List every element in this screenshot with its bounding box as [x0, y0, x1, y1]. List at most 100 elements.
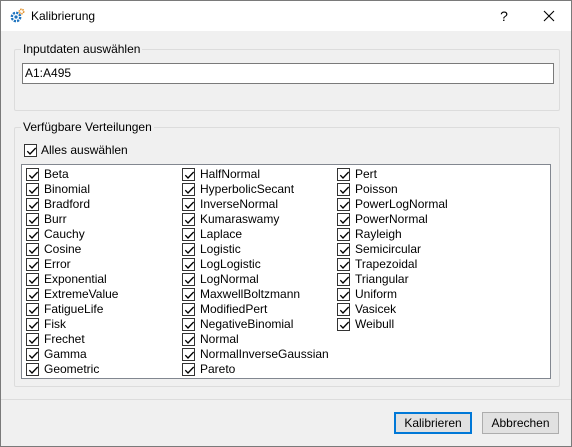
- distribution-label: Burr: [44, 212, 67, 226]
- distribution-label: PowerNormal: [355, 212, 428, 226]
- distribution-item[interactable]: Pert: [335, 167, 485, 182]
- distribution-label: Cosine: [44, 242, 82, 256]
- calibrate-button[interactable]: Kalibrieren: [394, 412, 472, 434]
- distribution-item[interactable]: Weibull: [335, 317, 485, 332]
- distribution-item[interactable]: Rayleigh: [335, 227, 485, 242]
- distribution-item[interactable]: Laplace: [180, 227, 330, 242]
- checkbox-checked-icon: [337, 228, 350, 241]
- distribution-label: ExtremeValue: [44, 287, 119, 301]
- checkbox-checked-icon: [26, 303, 39, 316]
- distribution-item[interactable]: NormalInverseGaussian: [180, 347, 330, 362]
- checkbox-checked-icon: [182, 213, 195, 226]
- checkbox-checked-icon: [182, 318, 195, 331]
- distribution-item[interactable]: NegativeBinomial: [180, 317, 330, 332]
- distribution-label: HyperbolicSecant: [200, 182, 295, 196]
- checkbox-checked-icon: [26, 213, 39, 226]
- checkbox-checked-icon: [182, 273, 195, 286]
- distribution-item[interactable]: Kumaraswamy: [180, 212, 330, 227]
- distribution-item[interactable]: PowerNormal: [335, 212, 485, 227]
- distribution-item[interactable]: Fisk: [24, 317, 174, 332]
- distribution-item[interactable]: ModifiedPert: [180, 302, 330, 317]
- distribution-item[interactable]: Semicircular: [335, 242, 485, 257]
- distribution-label: Poisson: [355, 182, 398, 196]
- checkbox-checked-icon: [182, 168, 195, 181]
- distribution-item[interactable]: Binomial: [24, 182, 174, 197]
- distribution-item[interactable]: LogLogistic: [180, 257, 330, 272]
- distribution-item[interactable]: FatigueLife: [24, 302, 174, 317]
- distribution-item[interactable]: HalfNormal: [180, 167, 330, 182]
- distribution-item[interactable]: Exponential: [24, 272, 174, 287]
- distribution-item[interactable]: Geometric: [24, 362, 174, 377]
- calibration-dialog: Kalibrierung ? Inputdaten auswählen Verf…: [0, 0, 572, 447]
- distribution-item[interactable]: Uniform: [335, 287, 485, 302]
- checkbox-checked-icon: [337, 198, 350, 211]
- distribution-label: Pareto: [200, 362, 236, 376]
- distribution-label: Fisk: [44, 317, 66, 331]
- distribution-item[interactable]: Bradford: [24, 197, 174, 212]
- checkbox-checked-icon: [182, 333, 195, 346]
- distribution-item[interactable]: InverseNormal: [180, 197, 330, 212]
- distribution-label: NormalInverseGaussian: [200, 347, 329, 361]
- distribution-item[interactable]: MaxwellBoltzmann: [180, 287, 330, 302]
- distribution-item[interactable]: PowerLogNormal: [335, 197, 485, 212]
- distribution-column-1: Beta Binomial Bradford Burr Cauchy Cosine Erro…: [24, 167, 174, 377]
- distribution-label: Logistic: [200, 242, 241, 256]
- input-range-field[interactable]: [22, 63, 554, 84]
- checkbox-checked-icon: [26, 228, 39, 241]
- distribution-item[interactable]: Triangular: [335, 272, 485, 287]
- distribution-label: LogNormal: [200, 272, 259, 286]
- checkbox-checked-icon: [26, 348, 39, 361]
- distribution-item[interactable]: HyperbolicSecant: [180, 182, 330, 197]
- distribution-item[interactable]: Normal: [180, 332, 330, 347]
- distribution-label: Pert: [355, 167, 378, 181]
- distribution-label: Binomial: [44, 182, 91, 196]
- distribution-label: Semicircular: [355, 242, 422, 256]
- checkbox-checked-icon: [182, 363, 195, 376]
- help-button[interactable]: ?: [487, 1, 521, 31]
- cancel-button[interactable]: Abbrechen: [482, 412, 559, 434]
- checkbox-checked-icon: [26, 318, 39, 331]
- distribution-item[interactable]: LogNormal: [180, 272, 330, 287]
- distribution-label: Cauchy: [44, 227, 85, 241]
- distribution-label: Trapezoidal: [355, 257, 418, 271]
- distribution-item[interactable]: Pareto: [180, 362, 330, 377]
- distribution-item[interactable]: Gamma: [24, 347, 174, 362]
- checkbox-checked-icon: [24, 144, 37, 157]
- distribution-label: HalfNormal: [200, 167, 261, 181]
- distribution-item[interactable]: Cauchy: [24, 227, 174, 242]
- checkbox-checked-icon: [182, 303, 195, 316]
- distribution-label: Gamma: [44, 347, 87, 361]
- checkbox-checked-icon: [337, 258, 350, 271]
- distribution-label: Bradford: [44, 197, 91, 211]
- distribution-label: NegativeBinomial: [200, 317, 294, 331]
- distribution-label: Exponential: [44, 272, 107, 286]
- distribution-item[interactable]: Cosine: [24, 242, 174, 257]
- distribution-item[interactable]: Error: [24, 257, 174, 272]
- footer-divider: [1, 399, 571, 400]
- checkbox-checked-icon: [182, 228, 195, 241]
- checkbox-checked-icon: [337, 303, 350, 316]
- checkbox-checked-icon: [26, 183, 39, 196]
- checkbox-checked-icon: [182, 288, 195, 301]
- checkbox-checked-icon: [337, 318, 350, 331]
- distribution-item[interactable]: Vasicek: [335, 302, 485, 317]
- distribution-item[interactable]: Beta: [24, 167, 174, 182]
- distribution-item[interactable]: Frechet: [24, 332, 174, 347]
- distribution-label: FatigueLife: [44, 302, 104, 316]
- checkbox-checked-icon: [337, 168, 350, 181]
- distribution-label: PowerLogNormal: [355, 197, 448, 211]
- distribution-item[interactable]: Logistic: [180, 242, 330, 257]
- distribution-label: LogLogistic: [200, 257, 261, 271]
- distribution-item[interactable]: Trapezoidal: [335, 257, 485, 272]
- distribution-list: Beta Binomial Bradford Burr Cauchy Cosine Erro…: [21, 164, 551, 379]
- gear-icon: [9, 8, 25, 24]
- distribution-item[interactable]: Burr: [24, 212, 174, 227]
- distribution-item[interactable]: Poisson: [335, 182, 485, 197]
- checkbox-checked-icon: [26, 243, 39, 256]
- distribution-item[interactable]: ExtremeValue: [24, 287, 174, 302]
- checkbox-checked-icon: [337, 183, 350, 196]
- distribution-label: Error: [44, 257, 71, 271]
- distribution-label: ModifiedPert: [200, 302, 268, 316]
- close-button[interactable]: [529, 1, 569, 31]
- checkbox-checked-icon: [26, 258, 39, 271]
